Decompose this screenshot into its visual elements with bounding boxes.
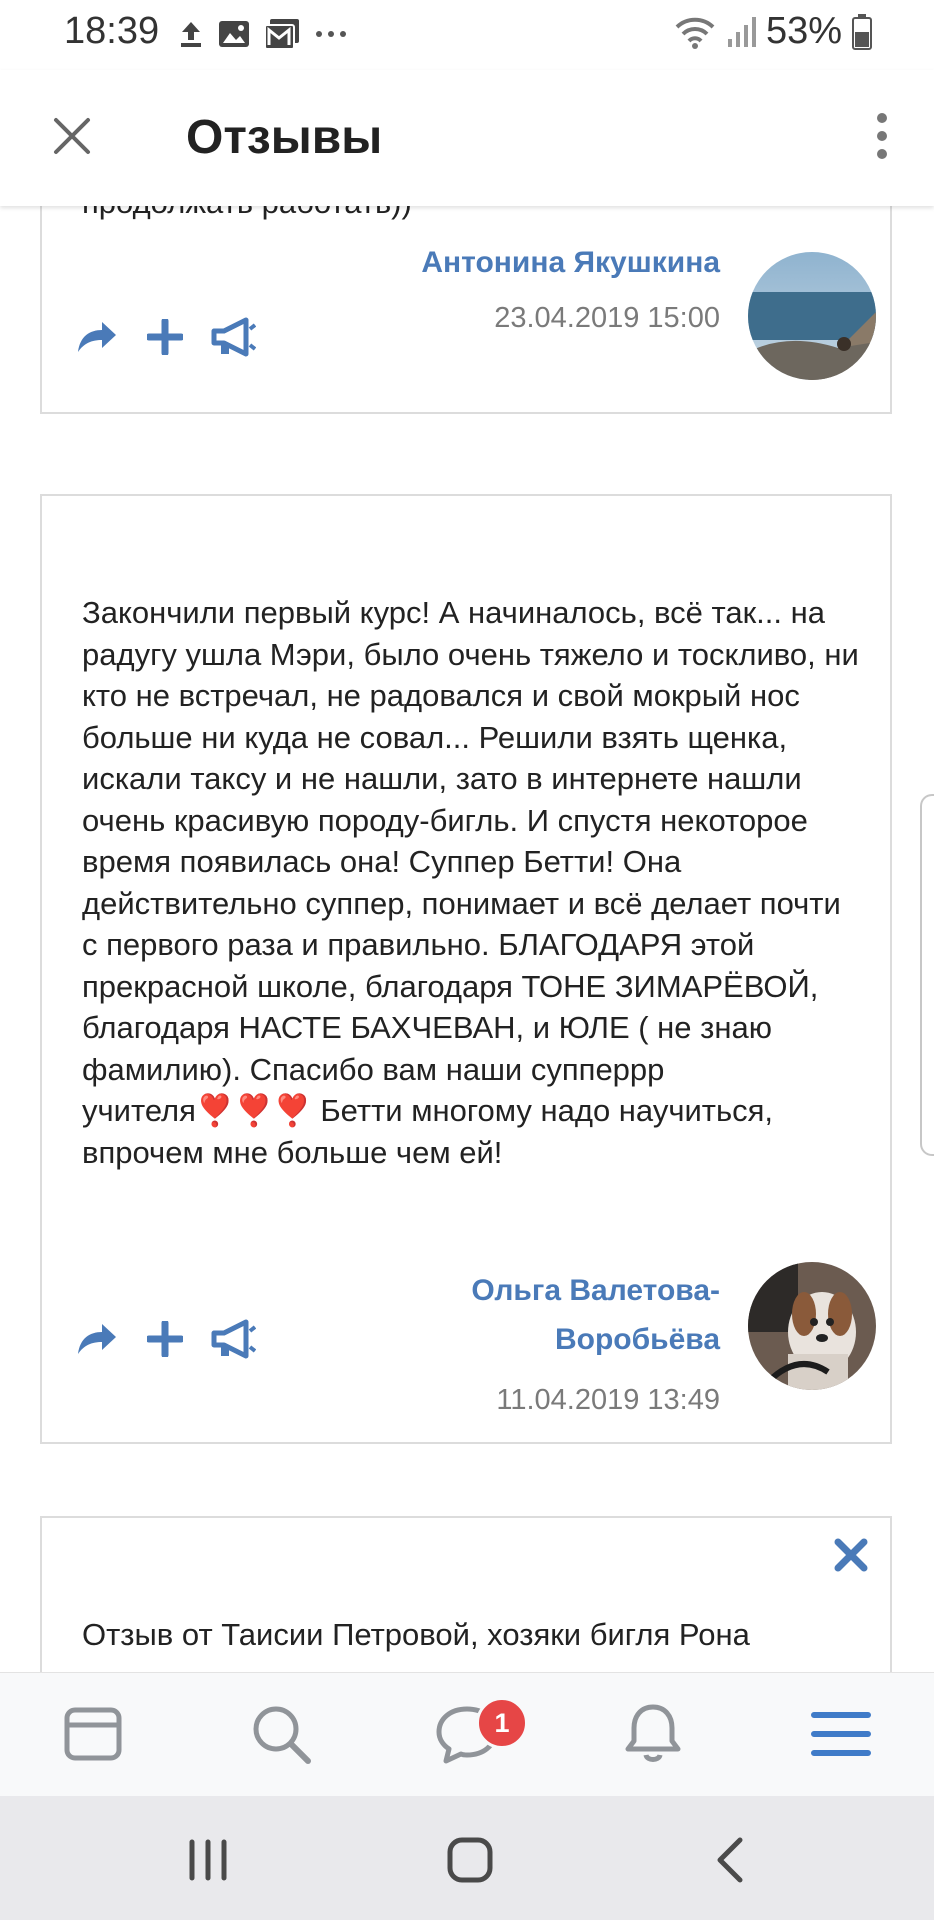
review-text: Отзыв от Таисии Петровой, хозяки бигля Р…	[82, 1617, 750, 1652]
status-bar: 18:39 53%	[0, 0, 934, 70]
close-icon[interactable]	[50, 114, 94, 158]
review-card: Закончили первый курс! А начиналось, всё…	[40, 494, 892, 1444]
messages-badge: 1	[476, 1697, 528, 1749]
battery-percent: 53%	[765, 10, 842, 52]
add-icon[interactable]	[140, 312, 190, 362]
megaphone-icon[interactable]	[208, 1314, 258, 1364]
close-icon[interactable]	[832, 1536, 870, 1574]
review-text: продолжать работать))	[82, 206, 862, 224]
wifi-icon	[675, 17, 715, 49]
gallery-icon	[264, 19, 299, 50]
review-author[interactable]: Антонина Якушкина	[421, 238, 720, 287]
megaphone-icon[interactable]	[208, 312, 258, 362]
review-date: 23.04.2019 15:00	[494, 302, 720, 334]
image-icon	[219, 21, 249, 47]
avatar[interactable]	[748, 1262, 876, 1390]
more-dots-icon	[316, 31, 346, 37]
notifications-icon[interactable]	[620, 1701, 686, 1767]
search-icon[interactable]	[248, 1701, 314, 1767]
scroll-handle[interactable]	[920, 794, 934, 1156]
battery-icon	[852, 13, 872, 50]
bottom-nav: 1	[0, 1672, 934, 1797]
avatar[interactable]	[748, 252, 876, 380]
recent-apps-icon[interactable]	[178, 1830, 238, 1890]
back-icon[interactable]	[702, 1830, 762, 1890]
app-header: Отзывы	[0, 70, 934, 206]
share-icon[interactable]	[72, 312, 122, 362]
reviews-feed[interactable]: продолжать работать)) Антонина Якушкина …	[0, 206, 934, 1672]
share-icon[interactable]	[72, 1314, 122, 1364]
review-text: Закончили первый курс! А начиналось, всё…	[82, 595, 859, 1170]
menu-icon[interactable]	[808, 1701, 874, 1767]
status-time: 18:39	[64, 10, 160, 52]
review-date: 11.04.2019 13:49	[496, 1384, 720, 1416]
home-icon[interactable]	[440, 1830, 500, 1890]
upload-icon	[181, 22, 201, 47]
page-title: Отзывы	[186, 111, 383, 164]
review-author[interactable]: Ольга Валетова-Воробьёва	[420, 1266, 720, 1364]
review-card: продолжать работать)) Антонина Якушкина …	[40, 206, 892, 414]
review-card: Отзыв от Таисии Петровой, хозяки бигля Р…	[40, 1516, 892, 1672]
feed-icon[interactable]	[60, 1701, 126, 1767]
add-icon[interactable]	[140, 1314, 190, 1364]
system-nav	[0, 1796, 934, 1920]
signal-icon	[727, 16, 756, 47]
more-vertical-icon[interactable]	[874, 112, 890, 160]
